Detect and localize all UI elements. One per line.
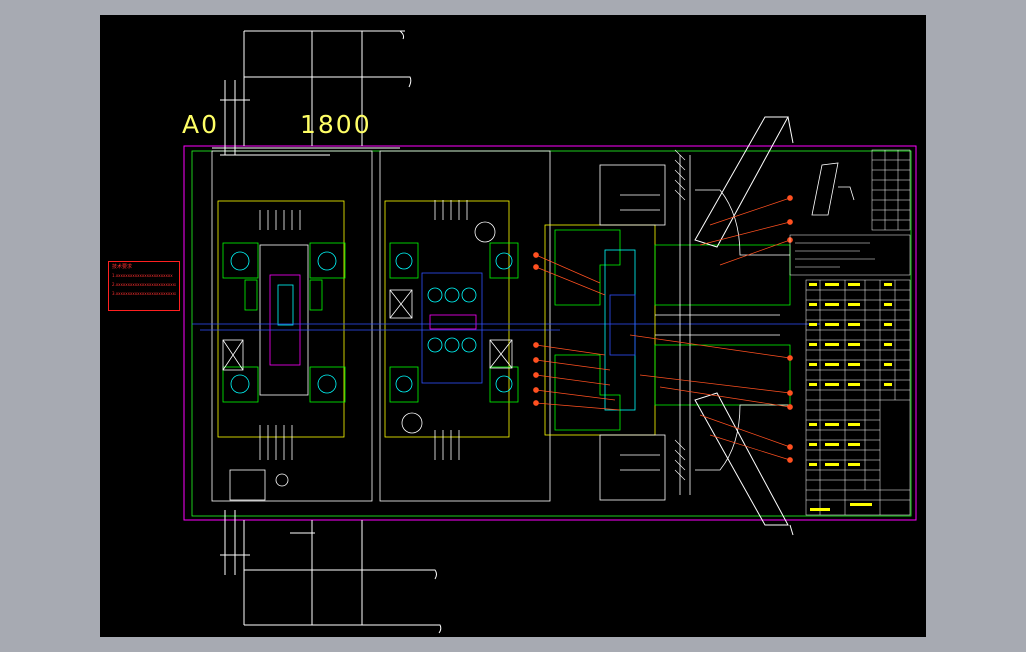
detail-sketch: [811, 162, 855, 216]
cad-viewport[interactable]: A0 1800 技术要求 1.xxxxxxxxxxxxxxxxxxxxxxxx …: [100, 15, 926, 637]
left-mold-plate: [211, 150, 373, 502]
technical-notes-box: 技术要求 1.xxxxxxxxxxxxxxxxxxxxxxxx 2.xxxxxx…: [108, 261, 180, 311]
middle-mold-plate: [379, 150, 551, 502]
sheet-size-label: A0: [182, 110, 220, 139]
sheet-scale-label: 1800: [300, 110, 372, 139]
leader-balloons: [533, 195, 793, 463]
inclined-lifters: [694, 116, 794, 536]
bottom-sprue-outline: [220, 510, 442, 634]
parts-list-table: [789, 234, 911, 516]
technical-notes-title: 技术要求: [112, 264, 133, 270]
parts-list-text: [809, 283, 892, 511]
technical-note-line: 2.xxxxxxxxxxxxxxxxxxxxxxxxxx xxxxxxxxxxx…: [112, 282, 176, 287]
mold-assembly-drawing: [183, 30, 917, 634]
technical-note-line: 3.xxxxxxxxxxxxxxxxxxxxxxxxxx xxxxxxxxxxx…: [112, 291, 176, 296]
technical-note-line: 1.xxxxxxxxxxxxxxxxxxxxxxxx: [112, 273, 173, 278]
revision-table: [871, 149, 911, 231]
